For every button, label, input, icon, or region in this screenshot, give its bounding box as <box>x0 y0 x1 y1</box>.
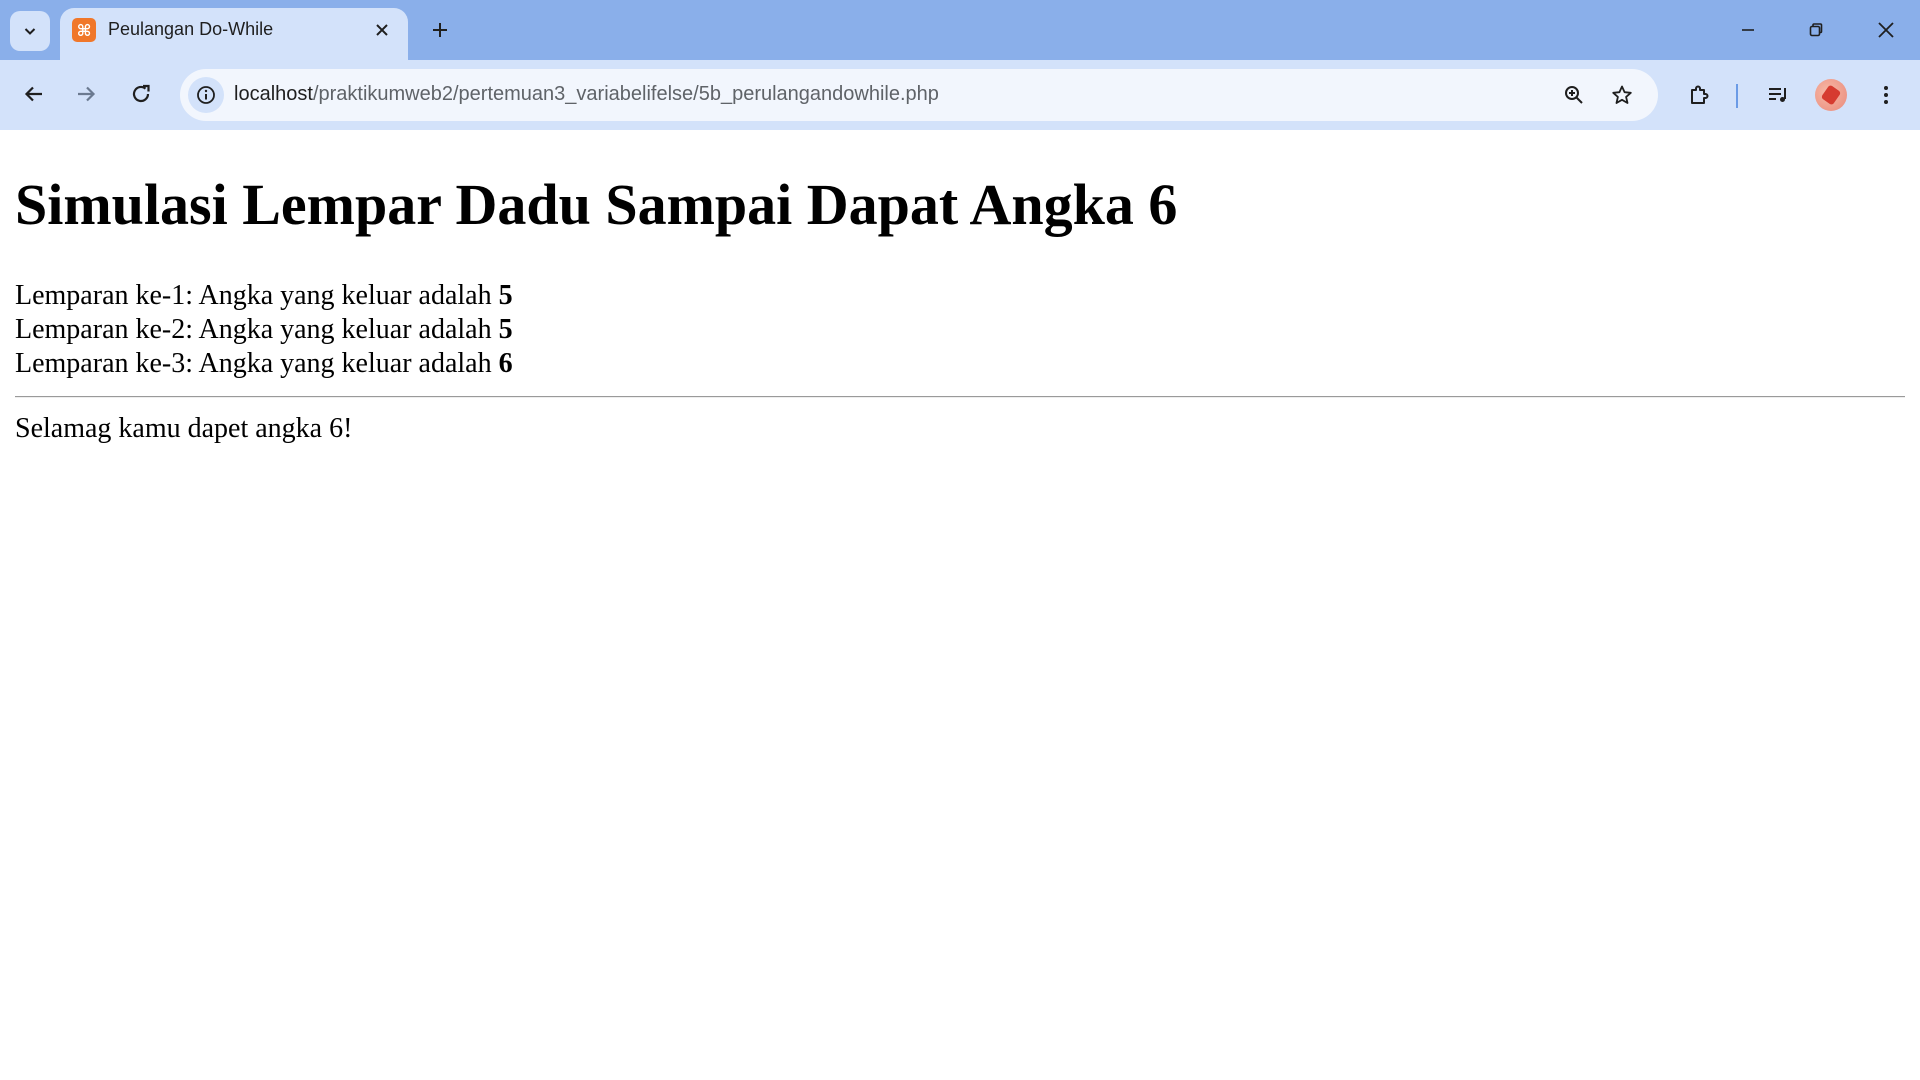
url-text[interactable]: localhost/praktikumweb2/pertemuan3_varia… <box>234 83 939 106</box>
roll-label: Lemparan ke-1: Angka yang keluar adalah <box>15 280 499 311</box>
extensions-button[interactable] <box>1680 75 1720 115</box>
toolbar-divider <box>1736 84 1738 108</box>
roll-list: Lemparan ke-1: Angka yang keluar adalah … <box>15 279 513 381</box>
puzzle-icon <box>1691 85 1709 104</box>
reload-icon <box>132 84 150 103</box>
restore-button[interactable] <box>1782 0 1850 60</box>
chevron-down-icon <box>24 28 36 35</box>
more-vert-icon <box>1884 86 1888 104</box>
zoom-button[interactable] <box>1556 77 1592 113</box>
toolbar: localhost/praktikumweb2/pertemuan3_varia… <box>0 60 1920 130</box>
roll-value: 5 <box>498 280 513 311</box>
browser-chrome: ⌘ Peulangan Do-While localhost/praktikum… <box>0 0 1920 130</box>
tab-title: Peulangan Do-While <box>108 19 274 39</box>
active-tab[interactable]: ⌘ Peulangan Do-While <box>60 8 408 60</box>
info-icon <box>197 86 215 104</box>
page-heading: Simulasi Lempar Dadu Sampai Dapat Angka … <box>15 172 1178 237</box>
menu-button[interactable] <box>1866 75 1906 115</box>
tab-strip: ⌘ Peulangan Do-While <box>0 0 1920 60</box>
address-bar[interactable]: localhost/praktikumweb2/pertemuan3_varia… <box>180 69 1658 121</box>
close-window-button[interactable] <box>1852 0 1920 60</box>
arrow-right-icon <box>78 86 96 102</box>
roll-value: 6 <box>498 348 513 379</box>
minimize-icon <box>1742 29 1754 31</box>
plus-icon <box>433 23 447 37</box>
tab-search-button[interactable] <box>10 11 50 51</box>
bookmark-button[interactable] <box>1604 77 1640 113</box>
roll-line: Lemparan ke-2: Angka yang keluar adalah … <box>15 313 513 347</box>
roll-label: Lemparan ke-3: Angka yang keluar adalah <box>15 348 499 379</box>
profile-avatar[interactable] <box>1815 79 1847 111</box>
forward-button[interactable] <box>66 74 106 114</box>
queue-music-icon <box>1769 88 1786 102</box>
star-icon <box>1612 85 1632 104</box>
restore-icon <box>1809 23 1823 37</box>
minimize-button[interactable] <box>1714 0 1782 60</box>
roll-value: 5 <box>498 314 513 345</box>
roll-label: Lemparan ke-2: Angka yang keluar adalah <box>15 314 499 345</box>
url-path: /praktikumweb2/pertemuan3_variabelifelse… <box>312 83 939 105</box>
close-icon <box>376 24 388 36</box>
tab-close-button[interactable] <box>366 14 398 46</box>
back-button[interactable] <box>14 74 54 114</box>
close-icon <box>1878 22 1894 38</box>
roll-line: Lemparan ke-3: Angka yang keluar adalah … <box>15 347 513 381</box>
page-content: Simulasi Lempar Dadu Sampai Dapat Angka … <box>0 130 1920 1080</box>
site-info-button[interactable] <box>188 77 224 113</box>
url-host: localhost <box>234 83 313 105</box>
roll-line: Lemparan ke-1: Angka yang keluar adalah … <box>15 279 513 313</box>
new-tab-button[interactable] <box>422 12 458 48</box>
media-controls-button[interactable] <box>1758 75 1798 115</box>
xampp-icon: ⌘ <box>72 18 96 42</box>
zoom-icon <box>1565 86 1583 104</box>
result-message: Selamag kamu dapet angka 6! <box>15 413 353 444</box>
reload-button[interactable] <box>121 74 161 114</box>
horizontal-rule <box>15 396 1905 398</box>
arrow-left-icon <box>24 86 42 102</box>
